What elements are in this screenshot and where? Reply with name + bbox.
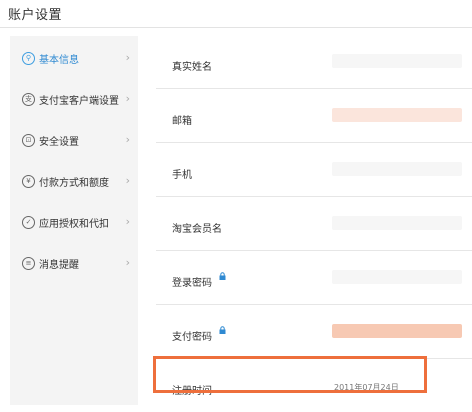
payment-password-value-blurred [332, 324, 462, 338]
header-divider [0, 27, 472, 28]
sidebar-item-label: 支付宝客户端设置 [39, 96, 119, 107]
sidebar: ⚲ 基本信息 › 支 支付宝客户端设置 › ⊡ 安全设置 › ¥ 付款方式和额度… [10, 36, 138, 405]
taobao-name-label: 淘宝会员名 [172, 224, 222, 235]
info-row-phone: 手机 [156, 142, 472, 197]
sidebar-item-label: 消息提醒 [39, 260, 79, 271]
info-row-email: 邮箱 [156, 88, 472, 143]
real-name-value-blurred [332, 54, 462, 68]
email-label: 邮箱 [172, 116, 192, 127]
check-icon: ✓ [22, 216, 35, 229]
yuan-icon: ¥ [22, 175, 35, 188]
sidebar-item-security[interactable]: ⊡ 安全设置 › [10, 120, 138, 160]
sidebar-item-label: 应用授权和代扣 [39, 219, 109, 230]
info-row-login-password: 登录密码 [156, 250, 472, 305]
sidebar-item-label: 付款方式和额度 [39, 178, 109, 189]
chevron-right-icon: › [125, 174, 130, 187]
chevron-right-icon: › [125, 133, 130, 146]
login-password-label: 登录密码 [172, 278, 212, 289]
sidebar-item-app-authorization[interactable]: ✓ 应用授权和代扣 › [10, 202, 138, 242]
sidebar-item-basic-info[interactable]: ⚲ 基本信息 › [10, 38, 138, 78]
taobao-name-value-blurred [332, 216, 462, 230]
chevron-right-icon: › [125, 92, 130, 105]
message-icon: ≡ [22, 257, 35, 270]
client-icon: 支 [22, 93, 35, 106]
info-row-real-name: 真实姓名 [156, 34, 472, 89]
chevron-right-icon: › [125, 256, 130, 269]
lock-icon [219, 272, 226, 280]
sidebar-item-label: 基本信息 [39, 55, 79, 66]
phone-label: 手机 [172, 170, 192, 181]
sidebar-item-client-settings[interactable]: 支 支付宝客户端设置 › [10, 79, 138, 119]
chevron-right-icon: › [125, 51, 130, 64]
email-value-blurred [332, 108, 462, 122]
page-title: 账户设置 [8, 8, 63, 23]
sidebar-item-notifications[interactable]: ≡ 消息提醒 › [10, 243, 138, 283]
user-icon: ⚲ [22, 52, 35, 65]
sidebar-item-label: 安全设置 [39, 137, 79, 148]
info-row-payment-password: 支付密码 [156, 304, 472, 359]
sidebar-item-payment-methods[interactable]: ¥ 付款方式和额度 › [10, 161, 138, 201]
phone-value-blurred [332, 162, 462, 176]
lock-icon [219, 326, 226, 334]
info-row-taobao-name: 淘宝会员名 [156, 196, 472, 251]
chevron-right-icon: › [125, 215, 130, 228]
real-name-label: 真实姓名 [172, 62, 212, 73]
login-password-value-blurred [332, 270, 462, 284]
registration-time-highlight-box [153, 356, 427, 393]
lock-icon: ⊡ [22, 134, 35, 147]
payment-password-label: 支付密码 [172, 332, 212, 343]
